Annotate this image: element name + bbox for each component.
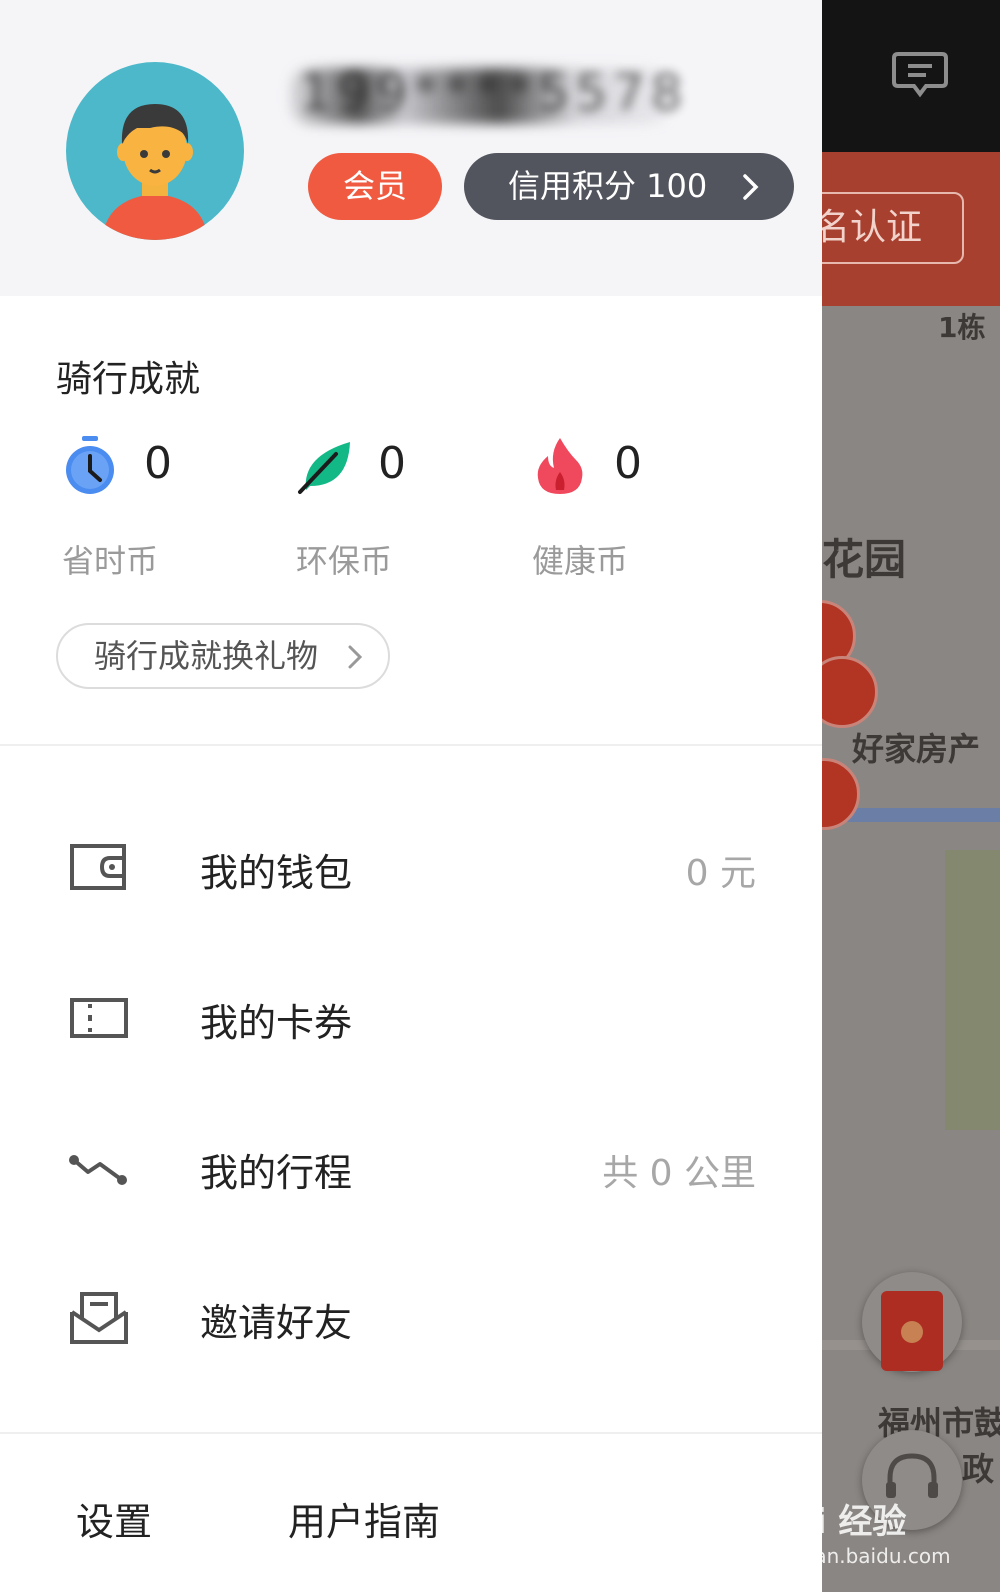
verify-identity-button[interactable]: 名认证 [812, 192, 964, 264]
wallet-balance: 0 元 [685, 853, 756, 894]
menu-item-coupons[interactable]: 我的卡券 [0, 964, 822, 1074]
map-park [945, 850, 1000, 1130]
achievement-value: 0 [614, 438, 642, 489]
menu-label: 我的钱包 [200, 851, 353, 895]
credit-score-button[interactable]: 信用积分 100 [464, 153, 794, 220]
achievement-value: 0 [144, 438, 172, 489]
chevron-right-icon [348, 645, 362, 669]
achievement-name: 省时币 [62, 542, 159, 580]
leaf-icon [298, 442, 350, 494]
map-label-garden: 花园 [822, 535, 907, 584]
red-packet-icon [881, 1291, 943, 1371]
trip-distance: 共 0 公里 [602, 1153, 756, 1194]
menu-label: 我的卡券 [200, 1001, 353, 1045]
map-label-city-2: 政 [962, 1450, 995, 1488]
user-guide-link[interactable]: 用户指南 [288, 1491, 440, 1546]
achievement-value: 0 [378, 438, 406, 489]
settings-link[interactable]: 设置 [76, 1491, 152, 1546]
achievement-name: 健康币 [532, 542, 629, 580]
profile-header: 199****5578 会员 信用积分 100 [0, 0, 822, 296]
menu-label: 邀请好友 [200, 1301, 353, 1345]
menu-label: 我的行程 [200, 1151, 353, 1195]
redeem-gift-button[interactable]: 骑行成就换礼物 [56, 623, 390, 689]
section-title-achievements: 骑行成就 [56, 359, 201, 400]
menu-item-invite[interactable]: 邀请好友 [0, 1264, 822, 1374]
map-label-building: 1栋 [938, 311, 986, 344]
phone-number: 199****5578 [300, 64, 689, 122]
achievement-health-coin[interactable]: 0 健康币 [532, 436, 752, 586]
stopwatch-icon [66, 436, 114, 494]
achievement-time-coin[interactable]: 0 省时币 [62, 436, 282, 586]
side-drawer: 199****5578 会员 信用积分 100 骑行成就 0 省时币 0 环保币 [0, 0, 822, 1592]
credit-score-label: 信用积分 100 [508, 167, 708, 205]
vip-badge[interactable]: 会员 [308, 153, 442, 220]
map-label-realty: 好家房产 [852, 730, 981, 768]
menu-item-trips[interactable]: 我的行程 共 0 公里 [0, 1114, 822, 1224]
achievement-name: 环保币 [296, 542, 393, 580]
achievement-eco-coin[interactable]: 0 环保币 [296, 436, 516, 586]
menu-item-wallet[interactable]: 我的钱包 0 元 [0, 814, 822, 924]
wallet-icon [70, 844, 126, 890]
trip-line-icon [69, 1155, 127, 1185]
flame-icon [537, 438, 583, 494]
chevron-right-icon [743, 174, 759, 200]
redeem-gift-label: 骑行成就换礼物 [94, 637, 319, 675]
coupon-icon [70, 998, 128, 1038]
invite-envelope-icon [70, 1292, 128, 1344]
divider [0, 1432, 822, 1434]
divider [0, 744, 822, 746]
message-icon[interactable] [892, 50, 948, 102]
avatar[interactable] [66, 62, 244, 240]
